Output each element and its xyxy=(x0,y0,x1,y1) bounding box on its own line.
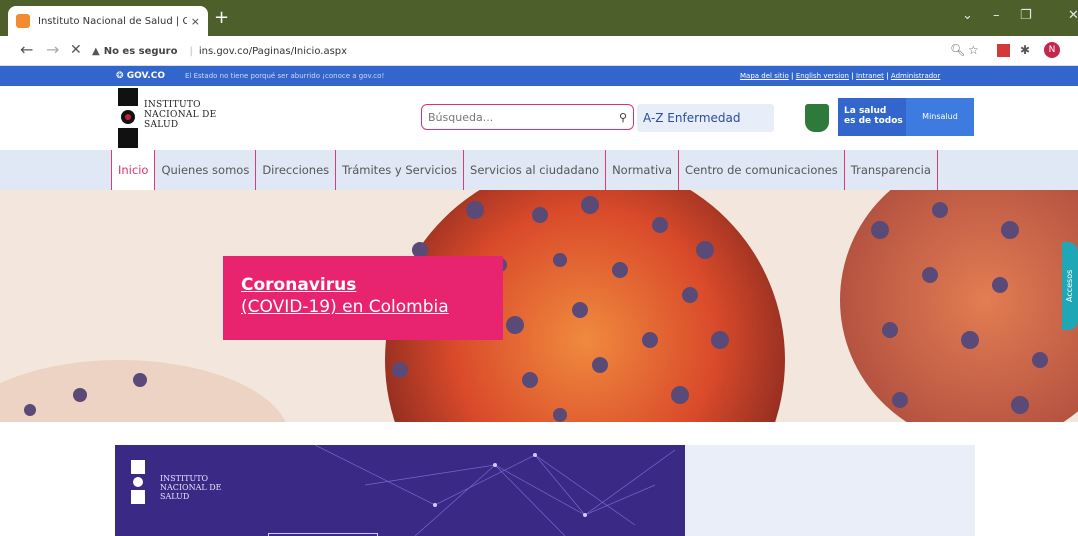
nav-item-normativa[interactable]: Normativa xyxy=(606,150,680,190)
link-intranet[interactable]: Intranet xyxy=(856,72,884,80)
banner-name-line: SALUD xyxy=(160,492,190,501)
accessibility-tab[interactable]: Accesos xyxy=(1062,242,1078,330)
warning-icon: ▲ xyxy=(92,45,100,57)
back-arrow-icon[interactable]: ← xyxy=(20,42,33,58)
forward-arrow-icon[interactable]: → xyxy=(46,42,59,58)
tab-search-icon[interactable]: ⌄ xyxy=(962,8,973,24)
link-separator: | xyxy=(851,72,854,80)
security-label: No es seguro xyxy=(103,45,178,57)
link-separator: | xyxy=(791,72,794,80)
main-nav: Inicio Quienes somos Direcciones Trámite… xyxy=(111,150,938,190)
covid-callout[interactable]: Coronavirus (COVID-19) en Colombia xyxy=(223,256,503,340)
gov-co-logo[interactable]: ❂ GOV.CO xyxy=(116,67,165,85)
tab-title: Instituto Nacional de Salud | Col xyxy=(38,15,187,27)
colombia-shield-icon xyxy=(805,104,829,132)
hero-banner[interactable] xyxy=(0,190,1078,422)
covid-subheadline[interactable]: (COVID-19) en Colombia xyxy=(241,296,503,318)
gov-shield-icon: ❂ xyxy=(116,71,127,81)
side-panel xyxy=(685,445,975,536)
search-input[interactable]: Búsqueda... ⚲ xyxy=(421,104,634,130)
az-disease-link[interactable]: A-Z Enfermedad xyxy=(637,104,774,132)
institution-name: INSTITUTO NACIONAL DE SALUD xyxy=(144,100,217,130)
link-separator: | xyxy=(886,72,889,80)
nav-item-transparencia[interactable]: Transparencia xyxy=(845,150,938,190)
nav-item-quienes-somos[interactable]: Quienes somos xyxy=(155,150,257,190)
slogan-line: es de todos xyxy=(844,116,903,126)
ins-banner-logo-icon xyxy=(131,460,145,504)
extension-icon[interactable] xyxy=(997,44,1010,57)
search-placeholder: Búsqueda... xyxy=(428,110,494,124)
minsalud-logo[interactable]: Minsalud xyxy=(906,98,974,136)
address-separator: | xyxy=(189,45,193,57)
slogan-badge: La salud es de todos xyxy=(838,98,906,136)
minimize-button[interactable]: – xyxy=(993,8,1000,24)
banner-institution-name: INSTITUTO NACIONAL DE SALUD xyxy=(160,474,222,501)
link-site-map[interactable]: Mapa del sitio xyxy=(740,72,789,80)
covid-headline[interactable]: Coronavirus xyxy=(241,274,503,296)
profile-avatar[interactable]: N xyxy=(1044,42,1060,58)
puzzle-icon[interactable]: ✱ xyxy=(1020,42,1030,58)
slogan-line: La salud xyxy=(844,106,887,116)
institution-name-line: SALUD xyxy=(144,120,179,130)
gov-logo-text: GOV.CO xyxy=(126,71,165,81)
link-english[interactable]: English version xyxy=(796,72,849,80)
gov-tagline: El Estado no tiene porqué ser aburrido ¡… xyxy=(185,72,385,80)
virus-illustration xyxy=(0,190,1078,422)
tab-close-icon[interactable]: × xyxy=(191,15,200,28)
zoom-icon[interactable]: 🔍︎ xyxy=(950,42,965,58)
nav-item-comunicaciones[interactable]: Centro de comunicaciones xyxy=(679,150,845,190)
link-admin[interactable]: Administrador xyxy=(891,72,940,80)
address-bar[interactable]: ▲ No es seguro | ins.gov.co/Paginas/Inic… xyxy=(92,40,987,62)
banner-name-line: INSTITUTO xyxy=(160,474,209,483)
institution-name-line: INSTITUTO xyxy=(144,100,201,110)
browser-tab[interactable]: Instituto Nacional de Salud | Col × xyxy=(8,6,208,36)
close-window-button[interactable]: ✕ xyxy=(1068,8,1078,24)
nav-item-tramites[interactable]: Trámites y Servicios xyxy=(336,150,465,190)
ins-logo-icon[interactable] xyxy=(118,88,138,148)
favicon-icon xyxy=(16,14,30,28)
maximize-button[interactable]: ❐ xyxy=(1020,8,1032,24)
url-text: ins.gov.co/Paginas/Inicio.aspx xyxy=(198,45,348,57)
nav-item-servicios-ciudadano[interactable]: Servicios al ciudadano xyxy=(464,150,607,190)
bookmark-star-icon[interactable]: ☆ xyxy=(968,42,979,58)
stop-loading-icon[interactable]: ✕ xyxy=(70,42,82,58)
search-icon[interactable]: ⚲ xyxy=(619,111,627,124)
nav-item-inicio[interactable]: Inicio xyxy=(111,150,156,190)
nav-item-direcciones[interactable]: Direcciones xyxy=(256,150,337,190)
institution-name-line: NACIONAL DE xyxy=(144,110,217,120)
new-tab-button[interactable]: + xyxy=(214,8,229,28)
utility-links: Mapa del sitio | English version | Intra… xyxy=(740,67,940,85)
banner-name-line: NACIONAL DE xyxy=(160,483,222,492)
